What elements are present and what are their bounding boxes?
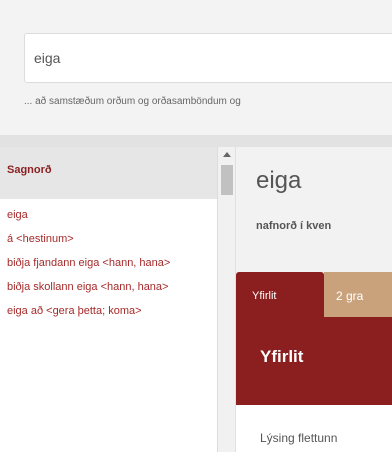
section-banner: Yfirlit bbox=[236, 317, 392, 405]
section-content: Lýsing flettunn bbox=[236, 405, 392, 452]
headword-title: eiga bbox=[256, 167, 302, 194]
scroll-up-arrow-icon[interactable] bbox=[223, 152, 231, 157]
sidebar-item-eiga[interactable]: eiga bbox=[0, 207, 217, 223]
content-text: Lýsing flettunn bbox=[260, 431, 338, 445]
tab-second[interactable]: 2 gra bbox=[324, 272, 392, 317]
sidebar-item-bidja-fjandann[interactable]: biðja fjandann eiga <hann, hana> bbox=[0, 255, 217, 271]
tab-yfirlit[interactable]: Yfirlit bbox=[236, 272, 324, 317]
scroll-thumb[interactable] bbox=[221, 165, 233, 195]
section-title: Yfirlit bbox=[260, 347, 304, 366]
sidebar-item-eiga-ad[interactable]: eiga að <gera þetta; koma> bbox=[0, 303, 217, 319]
sidebar-item-a-hestinum[interactable]: á <hestinum> bbox=[0, 231, 217, 247]
search-area: ... að samstæðum orðum og orðasamböndum … bbox=[0, 0, 392, 135]
entry-panel: eiga nafnorð í kven Yfirlit 2 gra Yfirli… bbox=[236, 147, 392, 452]
search-box[interactable] bbox=[24, 33, 392, 83]
search-hint: ... að samstæðum orðum og orðasamböndum … bbox=[24, 96, 241, 107]
search-input[interactable] bbox=[34, 50, 384, 66]
sidebar: Sagnorð eiga á <hestinum> biðja fjandann… bbox=[0, 147, 218, 452]
separator-band bbox=[0, 135, 392, 147]
word-class-label: nafnorð í kven bbox=[256, 220, 332, 232]
sidebar-header: Sagnorð bbox=[0, 147, 217, 199]
sidebar-scrollbar[interactable] bbox=[218, 147, 236, 452]
sidebar-item-bidja-skollann[interactable]: biðja skollann eiga <hann, hana> bbox=[0, 279, 217, 295]
